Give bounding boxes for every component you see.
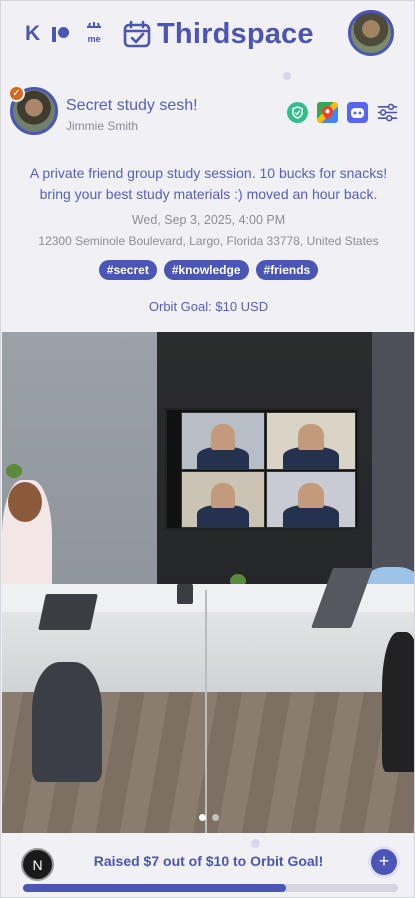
discord-bot-icon[interactable] bbox=[347, 102, 368, 123]
decor-dot bbox=[251, 839, 260, 848]
top-bar: K me Thirdspace bbox=[1, 1, 414, 67]
photo-person bbox=[382, 632, 414, 772]
buymeacoffee-icon[interactable]: me bbox=[82, 21, 106, 47]
google-maps-icon[interactable] bbox=[317, 102, 338, 123]
video-tile bbox=[266, 412, 356, 470]
shield-check-icon[interactable] bbox=[287, 102, 308, 123]
host-name[interactable]: Jimmie Smith bbox=[66, 119, 138, 133]
photo-person bbox=[32, 662, 102, 782]
event-address[interactable]: 12300 Seminole Boulevard, Largo, Florida… bbox=[1, 234, 414, 248]
photo-laptop bbox=[38, 594, 98, 630]
tag-knowledge[interactable]: #knowledge bbox=[163, 260, 249, 280]
social-links: K me bbox=[25, 21, 106, 47]
coffee-cup-icon bbox=[87, 22, 102, 28]
video-call-screen bbox=[165, 408, 359, 530]
brand[interactable]: Thirdspace bbox=[123, 17, 314, 51]
event-photo[interactable] bbox=[2, 332, 414, 833]
funding-progress-fill bbox=[23, 884, 286, 892]
video-tile bbox=[266, 471, 356, 528]
video-tile bbox=[181, 412, 265, 470]
photo-plant bbox=[6, 464, 22, 478]
event-actions bbox=[287, 102, 398, 123]
carousel-dot[interactable] bbox=[211, 814, 219, 821]
video-tile bbox=[181, 471, 265, 528]
tag-secret[interactable]: #secret bbox=[98, 260, 157, 280]
orbit-goal: Orbit Goal: $10 USD bbox=[148, 299, 269, 314]
tag-friends[interactable]: #friends bbox=[255, 260, 319, 280]
photo-phone bbox=[177, 584, 193, 604]
photo-table-split bbox=[205, 590, 207, 833]
funding-bar: N Raised $7 out of $10 to Orbit Goal! + bbox=[1, 833, 414, 897]
funding-progress-track bbox=[23, 884, 398, 892]
host-avatar[interactable]: ✓ bbox=[8, 85, 58, 135]
event-description: A private friend group study session. 10… bbox=[29, 165, 388, 202]
patreon-icon[interactable] bbox=[52, 25, 70, 43]
buymeacoffee-label: me bbox=[87, 34, 101, 44]
verified-check-icon: ✓ bbox=[8, 85, 25, 102]
event-title: Secret study sesh! bbox=[66, 97, 198, 114]
app-title: Thirdspace bbox=[157, 18, 314, 50]
photo-person bbox=[8, 482, 42, 522]
settings-sliders-icon[interactable] bbox=[377, 102, 398, 123]
carousel-dots bbox=[1, 814, 414, 821]
decor-dot bbox=[283, 72, 291, 80]
contribute-button[interactable]: + bbox=[371, 849, 397, 875]
event-date: Wed, Sep 3, 2025, 4:00 PM bbox=[131, 213, 286, 227]
raised-text: Raised $7 out of $10 to Orbit Goal! bbox=[93, 853, 324, 869]
calendar-check-icon bbox=[123, 20, 151, 48]
profile-avatar[interactable] bbox=[348, 10, 394, 56]
tag-list: #secret #knowledge #friends bbox=[1, 260, 414, 280]
k-icon[interactable]: K bbox=[25, 22, 40, 46]
app-frame: K me Thirdspace ✓ Secret study sesh! Jim… bbox=[0, 0, 415, 898]
carousel-dot-active[interactable] bbox=[198, 814, 206, 821]
